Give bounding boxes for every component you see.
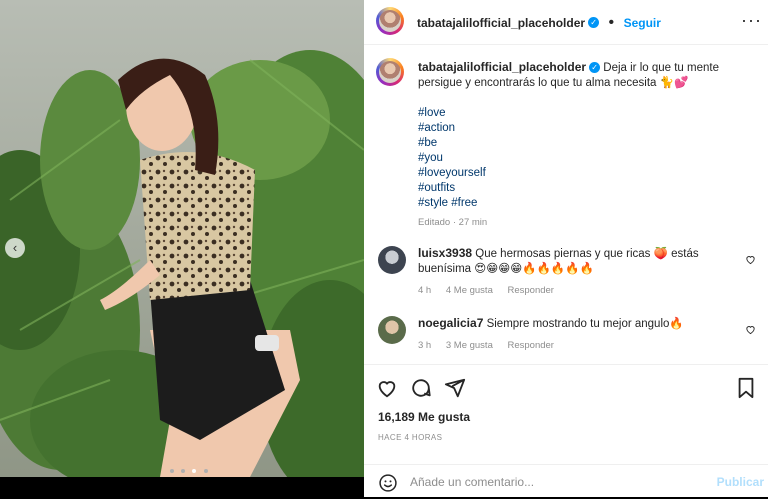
- avatar[interactable]: [378, 246, 406, 274]
- add-comment-bar: Añade un comentario... Publicar: [364, 464, 768, 499]
- post-media[interactable]: ‹: [0, 0, 364, 477]
- comment-input[interactable]: Añade un comentario...: [410, 475, 534, 489]
- more-options-icon[interactable]: ···: [741, 10, 762, 31]
- comment-meta: 3 h 3 Me gusta Responder: [418, 338, 738, 353]
- reply-button[interactable]: Responder: [508, 285, 554, 296]
- comment-username[interactable]: luisx3938: [418, 246, 472, 260]
- avatar[interactable]: [376, 7, 404, 35]
- comment-time: 4 h: [418, 285, 432, 296]
- like-heart-icon[interactable]: [376, 377, 398, 399]
- edited-meta: Editado · 27 min: [418, 217, 488, 228]
- carousel-dot: [203, 469, 208, 473]
- comment-meta: 4 h 4 Me gusta Responder: [418, 283, 738, 298]
- publish-button[interactable]: Publicar: [717, 475, 764, 489]
- caption-username[interactable]: tabatajalilofficial_placeholder: [418, 60, 586, 74]
- hashtag-link[interactable]: #love: [418, 106, 748, 121]
- post-panel: tabatajalilofficial_placeholder ✓ • Segui…: [364, 0, 768, 497]
- post-header: tabatajalilofficial_placeholder ✓ • Segui…: [364, 0, 768, 45]
- verified-badge-icon: ✓: [588, 17, 600, 29]
- avatar[interactable]: [378, 316, 406, 344]
- share-send-icon[interactable]: [444, 377, 466, 399]
- carousel-dot: [169, 469, 174, 473]
- hashtag-link[interactable]: #loveyourself: [418, 166, 748, 181]
- comment-likes[interactable]: 4 Me gusta: [446, 285, 493, 296]
- media-letterbox: [0, 477, 364, 497]
- carousel-indicator: [168, 460, 209, 477]
- hashtag-link[interactable]: #outfits: [418, 181, 748, 196]
- reply-button[interactable]: Responder: [508, 340, 554, 351]
- carousel-dot-active: [192, 469, 197, 473]
- hashtag-link[interactable]: #action: [418, 121, 748, 136]
- post-actions: 16,189 Me gusta HACE 4 HORAS Añade un co…: [364, 364, 768, 498]
- verified-badge-icon: ✓: [589, 62, 601, 74]
- carousel-dot: [180, 469, 185, 473]
- comment-body: noegalicia7 Siempre mostrando tu mejor a…: [418, 316, 738, 353]
- caption: tabatajalilofficial_placeholder ✓ Deja ir…: [418, 60, 748, 230]
- comment-body: luisx3938 Que hermosas piernas y que ric…: [418, 246, 738, 298]
- hashtag-link[interactable]: #you: [418, 151, 748, 166]
- heart-icon[interactable]: [745, 324, 756, 335]
- username-link[interactable]: tabatajalilofficial_placeholder: [417, 16, 585, 30]
- heart-icon[interactable]: [745, 254, 756, 265]
- comment-likes[interactable]: 3 Me gusta: [446, 340, 493, 351]
- separator-dot: •: [608, 14, 615, 31]
- carousel-prev-button[interactable]: ‹: [5, 238, 25, 258]
- header-user: tabatajalilofficial_placeholder ✓ • Segui…: [417, 14, 661, 32]
- save-bookmark-icon[interactable]: [736, 377, 756, 399]
- hashtag-link[interactable]: #style #free: [418, 196, 748, 211]
- comment-text: Siempre mostrando tu mejor angulo🔥: [486, 318, 684, 330]
- post-timestamp: HACE 4 HORAS: [378, 433, 443, 442]
- emoji-smiley-icon[interactable]: [378, 473, 398, 493]
- caption-avatar[interactable]: [376, 58, 404, 86]
- chevron-left-icon: ‹: [12, 240, 18, 255]
- like-count[interactable]: 16,189 Me gusta: [378, 410, 470, 424]
- comment-username[interactable]: noegalicia7: [418, 316, 483, 330]
- post-photo: [0, 0, 364, 477]
- follow-button[interactable]: Seguir: [624, 16, 661, 30]
- comment-bubble-icon[interactable]: [410, 377, 432, 399]
- hashtag-link[interactable]: #be: [418, 136, 748, 151]
- comment-time: 3 h: [418, 340, 432, 351]
